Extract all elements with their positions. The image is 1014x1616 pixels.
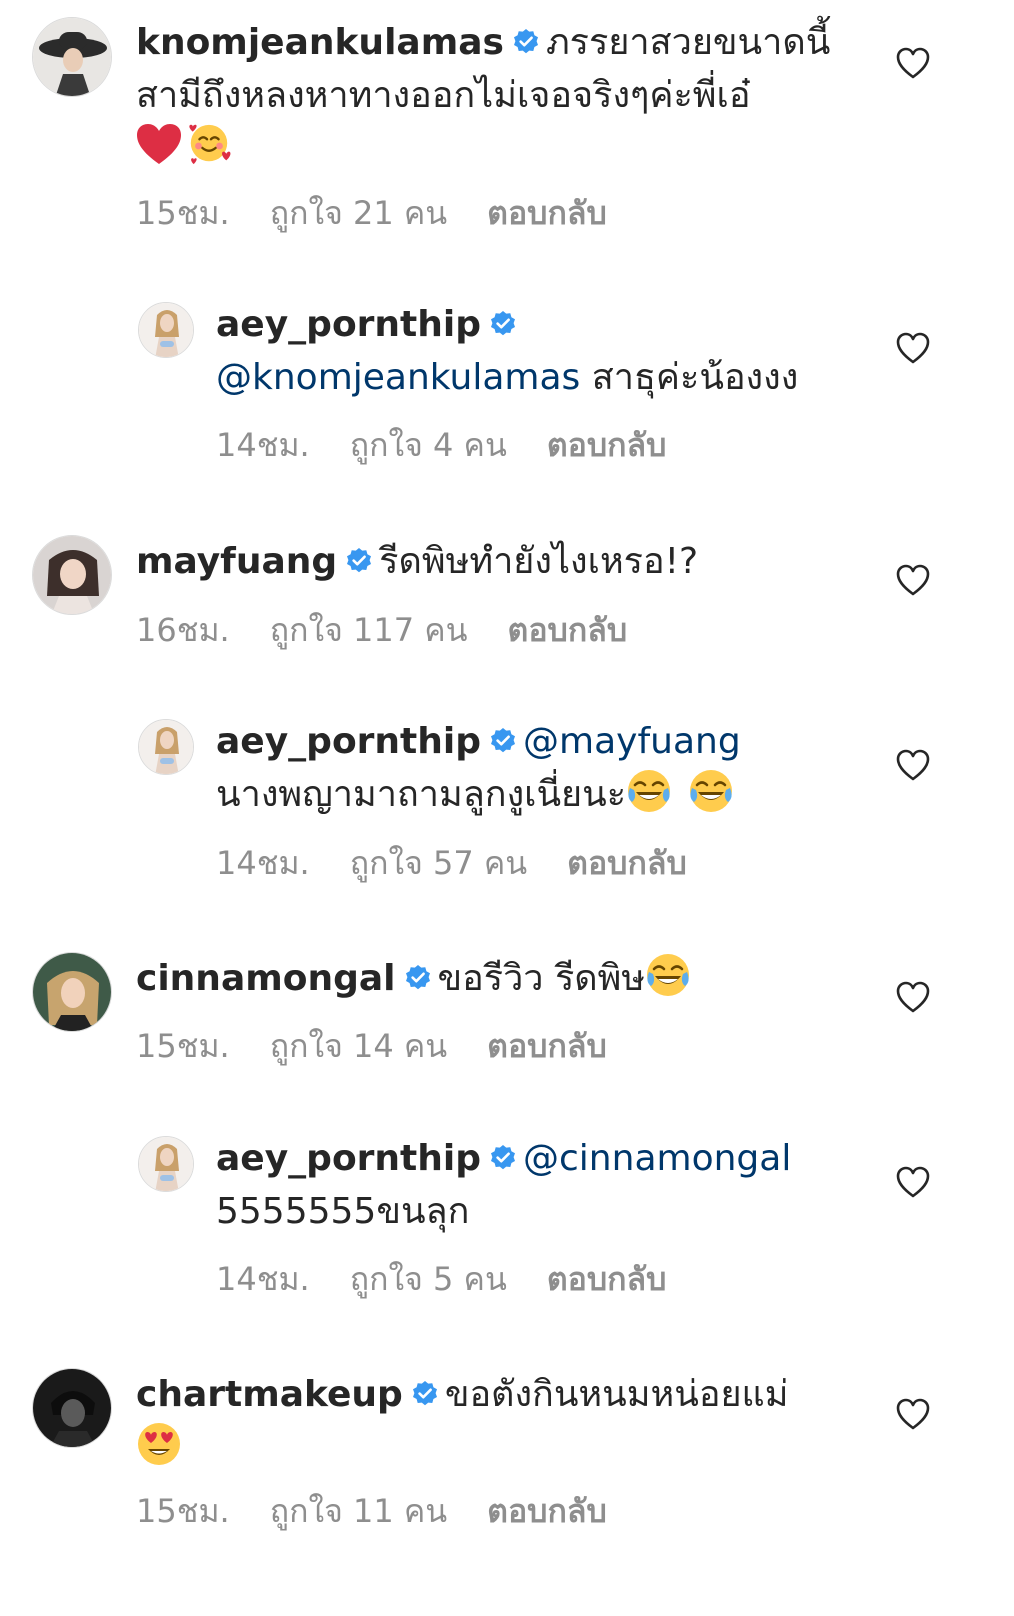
comment-text: aey_pornthip @mayfuang นางพญามาถามลูกงูเน… [216, 715, 866, 821]
timestamp: 15ชม. [136, 194, 230, 232]
comment-body: 5555555ขนลุก [216, 1191, 470, 1232]
comment-meta: 14ชม. ถูกใจ 5 คน ตอบกลับ [216, 1254, 666, 1305]
username[interactable]: mayfuang [136, 541, 337, 582]
comment-meta: 16ชม. ถูกใจ 117 คน ตอบกลับ [136, 605, 627, 656]
heart-icon[interactable] [896, 332, 930, 364]
username[interactable]: aey_pornthip [216, 304, 481, 345]
avatar[interactable] [138, 719, 194, 775]
heart-emoji-icon [137, 124, 181, 164]
reply-button[interactable]: ตอบกลับ [547, 1260, 667, 1298]
comment-body: นางพญามาถามลูกงูเนี่ยนะ [216, 774, 627, 815]
verified-badge-icon [345, 546, 373, 574]
verified-badge-icon [489, 1143, 517, 1171]
reply-button[interactable]: ตอบกลับ [487, 194, 607, 232]
comment-body: สาธุค่ะน้องงง [591, 357, 799, 398]
likes-count[interactable]: ถูกใจ 4 คน [350, 426, 507, 464]
likes-count[interactable]: ถูกใจ 57 คน [350, 844, 527, 882]
avatar[interactable] [32, 17, 112, 97]
comment-text: chartmakeup ขอตังกินหนมหน่อยแม่ [136, 1368, 856, 1474]
comment-text: mayfuang รีดพิษทำยังไงเหรอ!? [136, 535, 856, 588]
avatar[interactable] [32, 1368, 112, 1448]
likes-count[interactable]: ถูกใจ 5 คน [350, 1260, 507, 1298]
heart-icon[interactable] [896, 981, 930, 1013]
heart-icon[interactable] [896, 749, 930, 781]
mention-link[interactable]: @knomjeankulamas [216, 357, 580, 398]
mention-link[interactable]: @cinnamongal [523, 1138, 791, 1179]
verified-badge-icon [404, 963, 431, 991]
likes-count[interactable]: ถูกใจ 21 คน [270, 194, 447, 232]
timestamp: 15ชม. [136, 1492, 230, 1530]
comment-meta: 15ชม. ถูกใจ 11 คน ตอบกลับ [136, 1486, 607, 1537]
mention-link[interactable]: @mayfuang [523, 721, 741, 762]
timestamp: 14ชม. [216, 1260, 310, 1298]
verified-badge-icon [411, 1379, 439, 1407]
comment-meta: 15ชม. ถูกใจ 14 คน ตอบกลับ [136, 1021, 607, 1072]
comment-meta: 14ชม. ถูกใจ 57 คน ตอบกลับ [216, 838, 687, 889]
comment-body: ขอตังกินหนมหน่อยแม่ [444, 1374, 789, 1415]
username[interactable]: aey_pornthip [216, 1138, 481, 1179]
verified-badge-icon [489, 726, 517, 754]
comment-text: knomjeankulamas ภรรยาสวยขนาดนี้สามีถึงหลง… [136, 16, 856, 175]
reply-button[interactable]: ตอบกลับ [487, 1027, 607, 1065]
comment-meta: 14ชม. ถูกใจ 4 คน ตอบกลับ [216, 420, 666, 471]
heart-icon[interactable] [896, 47, 930, 79]
avatar[interactable] [138, 302, 194, 358]
smiling-face-with-hearts-icon [188, 123, 232, 166]
reply-button[interactable]: ตอบกลับ [508, 611, 628, 649]
username[interactable]: knomjeankulamas [136, 22, 504, 63]
likes-count[interactable]: ถูกใจ 11 คน [270, 1492, 447, 1530]
heart-icon[interactable] [896, 564, 930, 596]
heart-eyes-icon [138, 1423, 180, 1465]
heart-icon[interactable] [896, 1166, 930, 1198]
avatar[interactable] [32, 535, 112, 615]
reply-button[interactable]: ตอบกลับ [547, 426, 667, 464]
likes-count[interactable]: ถูกใจ 117 คน [270, 611, 468, 649]
comment-text: cinnamongal ขอรีวิว รีดพิษ [136, 952, 856, 1005]
heart-icon[interactable] [896, 1398, 930, 1430]
comment-body: ขอรีวิว รีดพิษ [437, 958, 646, 999]
reply-button[interactable]: ตอบกลับ [567, 844, 687, 882]
timestamp: 15ชม. [136, 1027, 230, 1065]
tears-of-joy-icon [688, 768, 733, 814]
comment-text: aey_pornthip @cinnamongal 5555555ขนลุก [216, 1132, 866, 1238]
verified-badge-icon [489, 309, 517, 337]
comment-body: รีดพิษทำยังไงเหรอ!? [379, 541, 699, 582]
timestamp: 14ชม. [216, 426, 310, 464]
tears-of-joy-icon [645, 952, 691, 998]
verified-badge-icon [512, 27, 540, 55]
username[interactable]: chartmakeup [136, 1374, 403, 1415]
username[interactable]: aey_pornthip [216, 721, 481, 762]
likes-count[interactable]: ถูกใจ 14 คน [270, 1027, 447, 1065]
reply-button[interactable]: ตอบกลับ [487, 1492, 607, 1530]
tears-of-joy-icon [626, 768, 672, 814]
comment-meta: 15ชม. ถูกใจ 21 คน ตอบกลับ [136, 188, 607, 239]
avatar[interactable] [32, 952, 112, 1032]
timestamp: 16ชม. [136, 611, 230, 649]
timestamp: 14ชม. [216, 844, 310, 882]
username[interactable]: cinnamongal [136, 958, 396, 999]
avatar[interactable] [138, 1136, 194, 1192]
comment-text: aey_pornthip @knomjeankulamas สาธุค่ะน้อ… [216, 298, 866, 404]
